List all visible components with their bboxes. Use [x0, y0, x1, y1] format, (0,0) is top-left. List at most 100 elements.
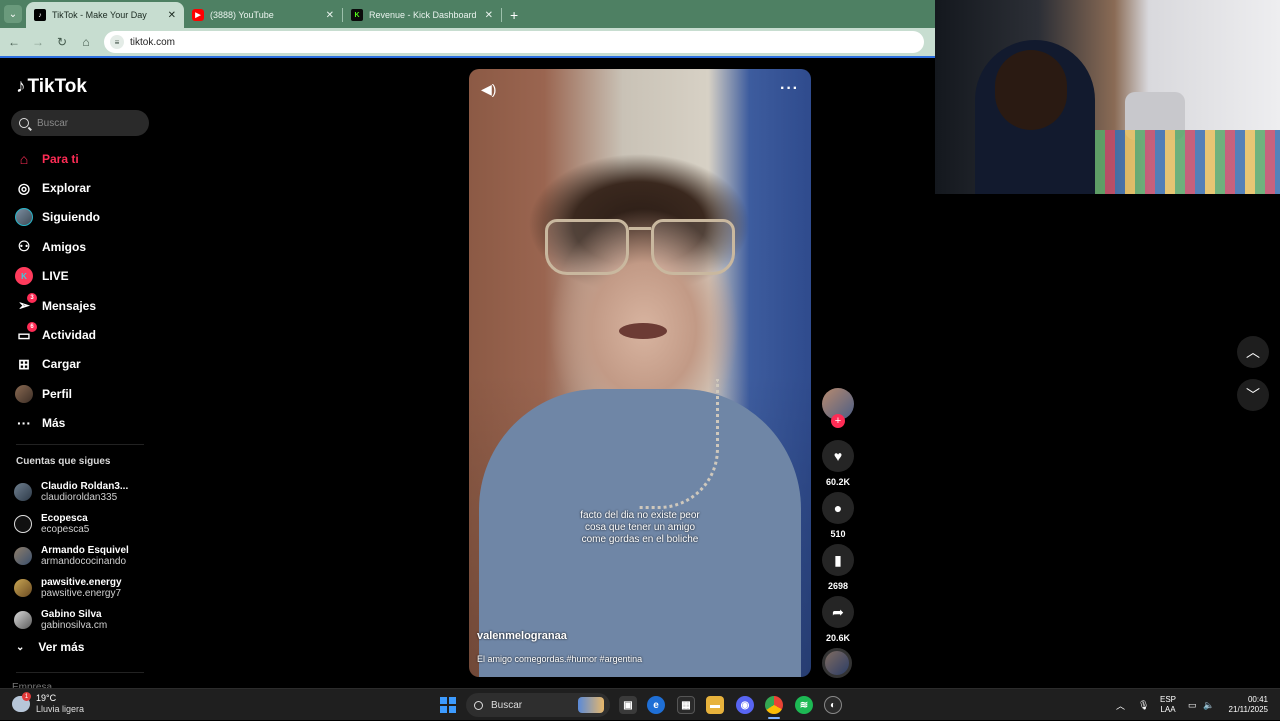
chevron-up-icon: ︿ — [1246, 344, 1260, 360]
taskbar-search[interactable]: Buscar — [466, 693, 610, 717]
upload-icon: ⊞ — [18, 355, 30, 372]
sidebar-item-para-ti[interactable]: ⌂ Para ti — [14, 144, 154, 173]
video-frame-detail — [545, 219, 735, 277]
volume-icon[interactable]: ◀) — [481, 81, 496, 98]
sidebar-item-actividad[interactable]: ▭ 6 Actividad — [14, 320, 154, 349]
chevron-down-icon: ⌄ — [16, 641, 25, 653]
lang-code: ESP — [1160, 695, 1177, 704]
avatar — [14, 579, 32, 597]
language-indicator[interactable]: ESP LAA — [1160, 695, 1176, 715]
share-count: 20.6K — [825, 633, 851, 643]
see-more-button[interactable]: ⌄ Ver más — [16, 640, 84, 654]
sidebar-item-amigos[interactable]: ⚇ Amigos — [14, 232, 154, 261]
comment-action[interactable]: ● 510 — [820, 492, 856, 539]
tray-expand-icon[interactable]: ︿ — [1116, 689, 1125, 721]
video-author[interactable]: valenmelogranaa — [477, 630, 567, 642]
sidebar-item-siguiendo[interactable]: Siguiendo — [14, 203, 154, 232]
tiktok-icon: ♪ — [34, 9, 46, 21]
following-account[interactable]: Armando Esquivel armandococinando — [14, 540, 154, 572]
microphone-icon[interactable]: 🎙 — [1138, 689, 1149, 721]
chrome-icon[interactable] — [765, 696, 783, 714]
following-account[interactable]: pawsitive.energy pawsitive.energy7 — [14, 572, 154, 604]
system-clock[interactable]: 00:41 21/11/2025 — [1222, 695, 1268, 715]
video-description[interactable]: El amigo comegordas.#humor #argentina — [477, 654, 642, 664]
share-action[interactable]: ➦ 20.6K — [820, 596, 856, 643]
tab-title: TikTok - Make Your Day — [52, 10, 147, 20]
clock-time: 00:41 — [1247, 695, 1268, 704]
caption-line: facto del dia no existe peor — [580, 510, 700, 521]
webcam-detail — [1065, 130, 1280, 194]
close-icon[interactable]: ✕ — [326, 10, 334, 21]
close-icon[interactable]: ✕ — [168, 10, 176, 21]
spotify-icon[interactable]: ≋ — [795, 696, 813, 714]
sidebar-item-label: Para ti — [42, 151, 79, 166]
tab-kick[interactable]: K Revenue - Kick Dashboard ✕ — [343, 2, 501, 28]
notification-badge: 3 — [27, 292, 37, 303]
discord-icon[interactable]: ◉ — [736, 696, 754, 714]
video-frame-detail — [619, 323, 667, 339]
back-arrow-icon[interactable]: ← — [2, 30, 26, 54]
following-account[interactable]: Claudio Roldan3... claudioroldan335 — [14, 476, 154, 508]
heart-icon[interactable]: ♥ — [822, 440, 854, 472]
sidebar-item-cargar[interactable]: ⊞ Cargar — [14, 350, 154, 379]
following-section-title: Cuentas que sigues — [16, 456, 111, 467]
webcam-detail — [995, 50, 1067, 130]
address-bar[interactable]: ≡ tiktok.com — [104, 31, 924, 53]
compass-icon: ◎ — [17, 179, 31, 196]
sidebar-item-live[interactable]: K LIVE — [14, 262, 154, 291]
more-options-icon[interactable]: ··· — [780, 80, 799, 98]
save-count: 2698 — [827, 581, 849, 591]
sidebar: ♪ TikTok Buscar ⌂ Para ti ◎ Explorar Sig… — [0, 58, 160, 688]
save-action[interactable]: ▮ 2698 — [820, 544, 856, 591]
next-video-button[interactable]: ﹀ — [1237, 379, 1269, 411]
bookmark-icon[interactable]: ▮ — [822, 544, 854, 576]
sidebar-item-mas[interactable]: ··· Más — [14, 409, 154, 438]
sidebar-item-mensajes[interactable]: ➢ 3 Mensajes — [14, 291, 154, 320]
windows-start-icon[interactable] — [440, 697, 456, 713]
edge-icon[interactable]: e — [647, 696, 665, 714]
file-explorer-icon[interactable]: ▬ — [706, 696, 724, 714]
site-info-icon[interactable]: ≡ — [110, 35, 124, 49]
sidebar-item-perfil[interactable]: Perfil — [14, 379, 154, 408]
video-player[interactable]: ◀) ··· facto del dia no existe peor cosa… — [469, 69, 811, 677]
follow-plus-icon[interactable]: + — [831, 414, 845, 428]
active-app-indicator — [768, 717, 780, 719]
tab-tiktok[interactable]: ♪ TikTok - Make Your Day ✕ — [26, 2, 184, 28]
kick-icon: K — [351, 9, 363, 21]
reload-icon[interactable]: ↻ — [50, 30, 74, 54]
avatar — [14, 483, 32, 501]
inbox-icon: ▭ 6 — [14, 322, 37, 345]
forward-arrow-icon[interactable]: → — [26, 30, 50, 54]
taskbar: 1 19°C Lluvia ligera Buscar ▣ e ▦ ▬ ◉ ≋ … — [0, 688, 1280, 720]
following-account[interactable]: Gabino Silva gabinosilva.cm — [14, 604, 154, 636]
close-icon[interactable]: ✕ — [485, 10, 493, 21]
search-input[interactable]: Buscar — [11, 110, 149, 136]
task-view-icon[interactable]: ▣ — [619, 696, 637, 714]
weather-widget[interactable]: 1 19°C Lluvia ligera — [12, 692, 84, 715]
new-tab-button[interactable]: + — [510, 7, 518, 23]
avatar — [14, 515, 32, 533]
sidebar-item-label: Siguiendo — [42, 210, 100, 225]
display-icon[interactable]: ▭ — [1188, 689, 1197, 721]
tab-title: (3888) YouTube — [210, 10, 274, 20]
account-username: pawsitive.energy7 — [41, 588, 122, 599]
following-account[interactable]: Ecopesca ecopesca5 — [14, 508, 154, 540]
search-placeholder: Buscar — [37, 117, 69, 129]
sidebar-item-label: Amigos — [42, 239, 87, 254]
taskbar-search-placeholder: Buscar — [491, 699, 523, 711]
like-count: 60.2K — [825, 477, 851, 487]
tiktok-logo[interactable]: ♪ TikTok — [16, 76, 87, 98]
obs-icon[interactable]: ◐ — [824, 696, 842, 714]
notification-badge: 1 — [22, 692, 31, 701]
sidebar-item-explorar[interactable]: ◎ Explorar — [14, 173, 154, 202]
home-icon[interactable]: ⌂ — [74, 30, 98, 54]
tab-youtube[interactable]: ▶ (3888) YouTube ✕ — [184, 2, 342, 28]
share-arrow-icon[interactable]: ➦ — [822, 596, 854, 628]
previous-video-button[interactable]: ︿ — [1237, 336, 1269, 368]
comment-icon[interactable]: ● — [822, 492, 854, 524]
like-action[interactable]: ♥ 60.2K — [820, 440, 856, 487]
store-icon[interactable]: ▦ — [677, 696, 695, 714]
speaker-icon[interactable]: 🔈 — [1203, 689, 1214, 721]
tab-search-button[interactable]: ⌄ — [4, 5, 22, 23]
music-disc-icon[interactable] — [822, 648, 852, 678]
